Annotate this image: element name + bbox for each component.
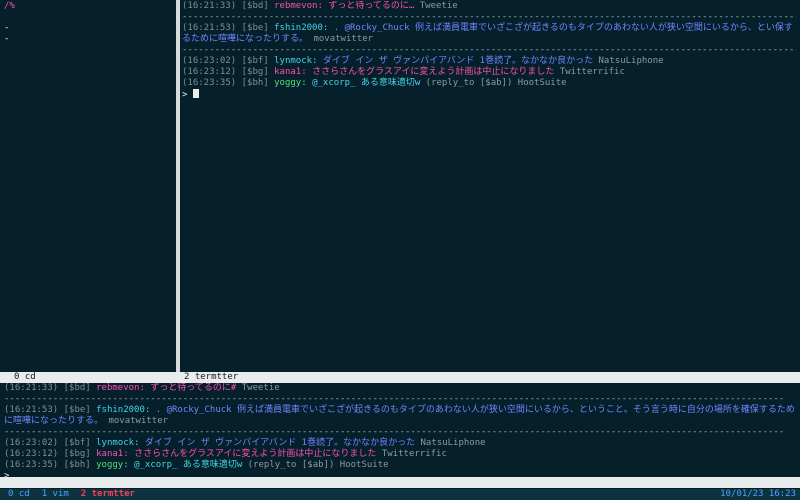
tweet-row[interactable]: (16:23:02) [$bf] lynmock: ダイブ イン ザ ヴァンパイ…	[182, 56, 796, 67]
tweet-user[interactable]: kana1:	[96, 449, 129, 459]
tweet-time: (16:23:02)	[4, 438, 59, 448]
tweet-client: Twitterrific	[381, 449, 447, 459]
tweet-id: [$bh]	[241, 78, 269, 88]
tweet-client: movatwitter	[313, 34, 374, 44]
tweet-user[interactable]: yoggy:	[96, 460, 129, 470]
tweet-client: NatsuLiphone	[598, 56, 664, 66]
tweet-row[interactable]: (16:23:35) [$bh] yoggy: @_xcorp_ ある意味適切w…	[182, 78, 796, 89]
tweet-text: ささらさんをグラスアイに変えよう計画は中止になりました	[312, 67, 555, 77]
datetime: 10/01/23 16:23	[720, 489, 796, 499]
tweet-user[interactable]: fshin2000:	[96, 405, 150, 415]
tweet-id: [$bd]	[63, 383, 91, 393]
tweet-text: @_xcorp_ ある意味適切w	[134, 460, 243, 470]
tweet-row[interactable]: (16:21:33) [$bd] rebmevon: ずっと待ってるのに… Tw…	[182, 1, 796, 12]
tweet-client: Twitterrific	[559, 67, 625, 77]
prompt-symbol: >	[182, 90, 188, 100]
tweet-row[interactable]: (16:21:53) [$be] fshin2000: . @Rocky_Chu…	[182, 23, 796, 45]
tweet-client: Tweetie	[241, 383, 280, 393]
left-pane-line-2: -	[4, 34, 10, 44]
tweet-row[interactable]: (16:21:33) [$bd] rebmevon: ずっと待ってるのに# Tw…	[4, 383, 796, 394]
vertical-divider[interactable]	[176, 0, 180, 372]
tweet-user[interactable]: lynmock:	[96, 438, 139, 448]
tweet-id: [$bg]	[63, 449, 91, 459]
tweet-user[interactable]: rebmevon:	[274, 1, 323, 11]
command-prompt[interactable]: >	[182, 89, 796, 100]
middle-status-left[interactable]: 0 cd	[14, 372, 184, 383]
middle-status-bar: 0 cd 2 termtter	[0, 372, 800, 383]
tweet-time: (16:23:12)	[182, 67, 237, 77]
tweet-user[interactable]: lynmock:	[274, 56, 317, 66]
middle-status-right[interactable]: 2 termtter	[184, 372, 238, 383]
tweet-user[interactable]: fshin2000:	[274, 23, 328, 33]
tweet-id: [$bh]	[63, 460, 91, 470]
text-cursor	[192, 89, 199, 98]
separator-line: ----------------------------------------…	[4, 394, 785, 404]
tweet-id: [$bf]	[241, 56, 269, 66]
tweet-row[interactable]: (16:23:12) [$bg] kana1: ささらさんをグラスアイに変えよう…	[4, 449, 796, 460]
tweet-id: [$bd]	[241, 1, 269, 11]
tweet-client: HootSuite	[517, 78, 567, 88]
tweet-time: (16:21:53)	[182, 23, 237, 33]
bottom-status-bar: 0 cd 1 vim 2 termtter 10/01/23 16:23	[0, 489, 800, 500]
tweet-time: (16:21:53)	[4, 405, 59, 415]
tweet-row[interactable]: (16:23:02) [$bf] lynmock: ダイブ イン ザ ヴァンパイ…	[4, 438, 796, 449]
left-pane-line-1: -	[4, 23, 10, 33]
window-list: 0 cd 1 vim 2 termtter	[8, 489, 147, 500]
tweet-text: ダイブ イン ザ ヴァンパイアバンド 1巻読了。なかなか良かった	[322, 56, 594, 66]
tweet-user[interactable]: yoggy:	[274, 78, 307, 88]
tweet-id: [$be]	[63, 405, 91, 415]
tweet-client: NatsuLiphone	[420, 438, 486, 448]
tweet-id: [$bf]	[63, 438, 91, 448]
tweet-text: ダイブ イン ザ ヴァンパイアバンド 1巻読了。なかなか良かった	[144, 438, 416, 448]
tweet-reply-to[interactable]: (reply_to [$ab])	[248, 460, 335, 470]
bottom-input-line[interactable]	[0, 477, 800, 488]
tweet-user[interactable]: rebmevon:	[96, 383, 145, 393]
tweet-client: movatwitter	[108, 416, 169, 426]
tweet-client: HootSuite	[339, 460, 389, 470]
left-pane[interactable]: /% - -	[4, 1, 174, 371]
tweet-text: ずっと待ってるのに#	[150, 383, 237, 393]
tweet-row[interactable]: (16:23:35) [$bh] yoggy: @_xcorp_ ある意味適切w…	[4, 460, 796, 471]
tweet-client: Tweetie	[419, 1, 458, 11]
tweet-text: @_xcorp_ ある意味適切w	[312, 78, 421, 88]
tweet-reply-to[interactable]: (reply_to [$ab])	[426, 78, 513, 88]
tweet-row[interactable]: (16:21:53) [$be] fshin2000: . @Rocky_Chu…	[4, 405, 796, 427]
tweet-time: (16:23:02)	[182, 56, 237, 66]
tweet-id: [$bg]	[241, 67, 269, 77]
tweet-time: (16:21:33)	[4, 383, 59, 393]
tweet-text: ささらさんをグラスアイに変えよう計画は中止になりました	[134, 449, 377, 459]
tweet-time: (16:21:33)	[182, 1, 237, 11]
bottom-termtter-pane[interactable]: (16:21:33) [$bd] rebmevon: ずっと待ってるのに# Tw…	[4, 383, 796, 477]
tweet-time: (16:23:35)	[4, 460, 59, 470]
window-tab[interactable]: 2 termtter	[81, 489, 135, 500]
tweet-time: (16:23:35)	[182, 78, 237, 88]
window-tab[interactable]: 0 cd	[8, 489, 30, 500]
separator-line: ----------------------------------------…	[4, 427, 785, 437]
tweet-time: (16:23:12)	[4, 449, 59, 459]
tweet-id: [$be]	[241, 23, 269, 33]
tweet-text: ずっと待ってるのに…	[328, 1, 415, 11]
separator-line: ----------------------------------------…	[182, 12, 796, 22]
top-termtter-pane[interactable]: (16:21:33) [$bd] rebmevon: ずっと待ってるのに… Tw…	[182, 1, 796, 371]
window-tab[interactable]: 1 vim	[42, 489, 69, 500]
separator-line: ----------------------------------------…	[182, 45, 796, 55]
left-pane-path: /%	[4, 1, 15, 11]
tweet-user[interactable]: kana1:	[274, 67, 307, 77]
tweet-row[interactable]: (16:23:12) [$bg] kana1: ささらさんをグラスアイに変えよう…	[182, 67, 796, 78]
